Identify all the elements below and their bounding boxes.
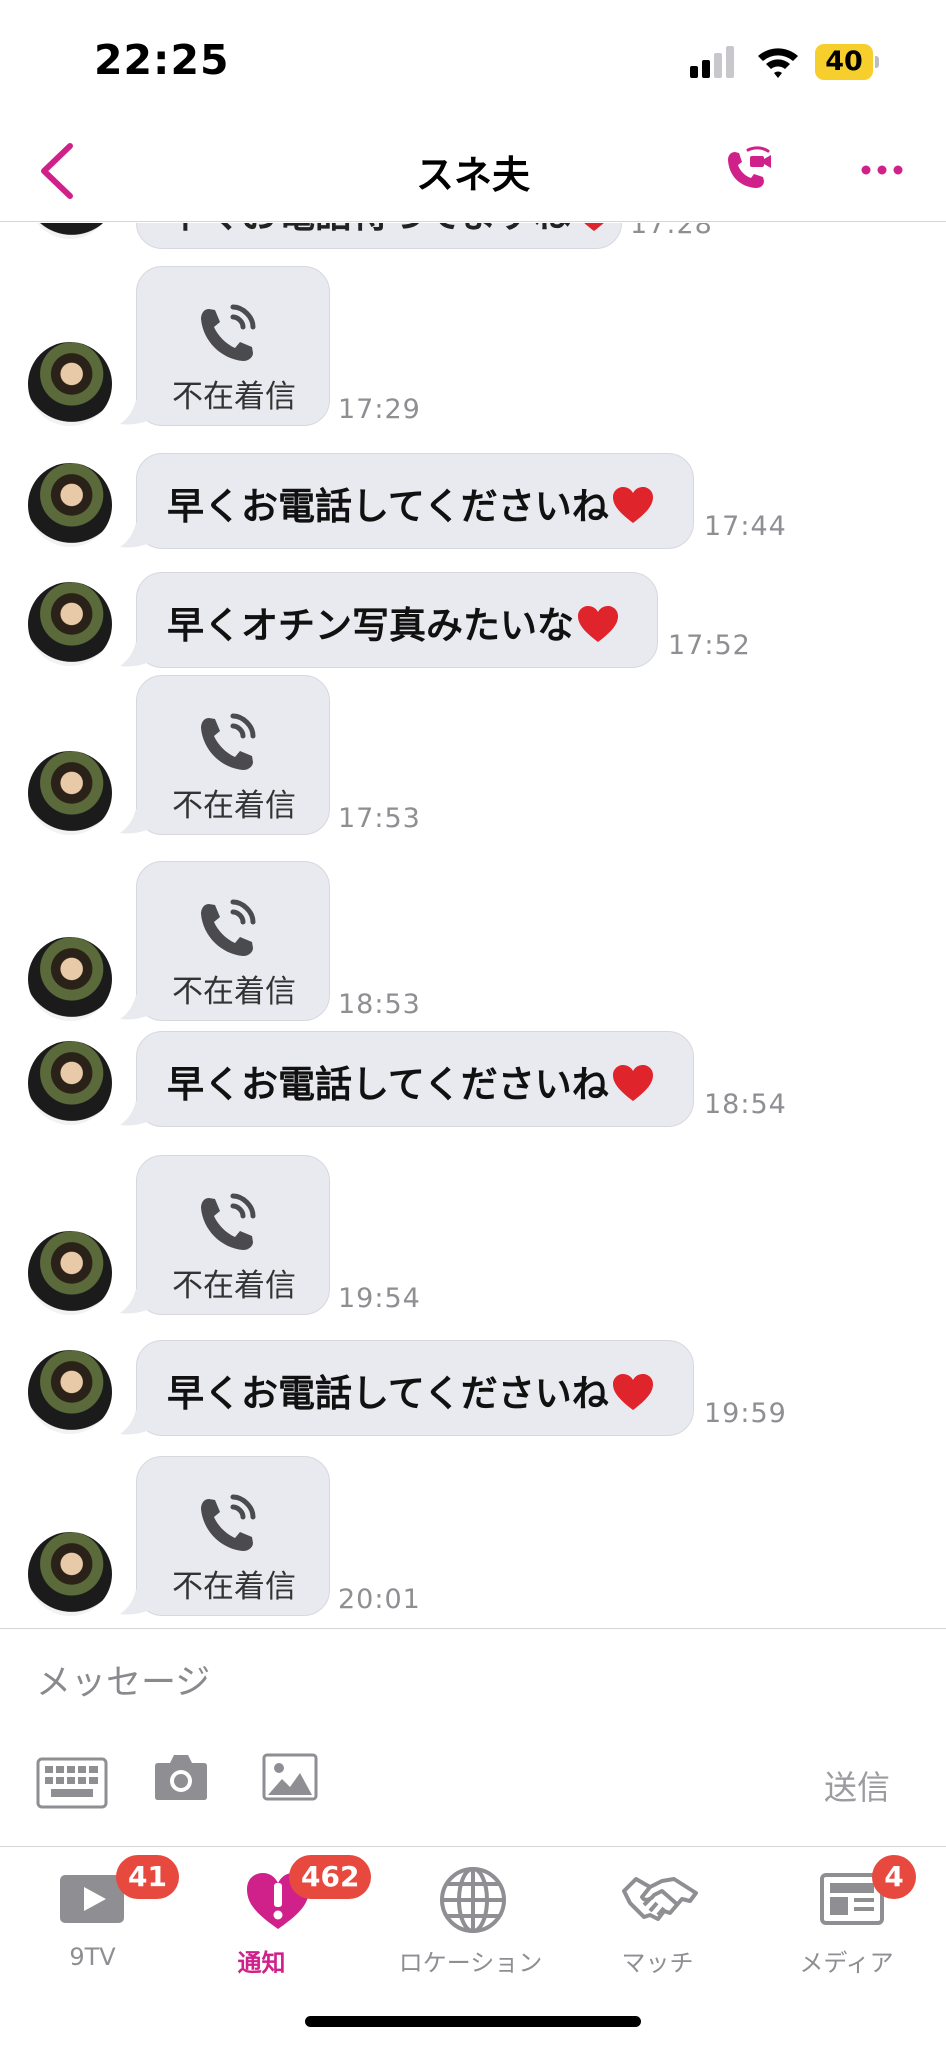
tab-label: 通知 [237,1949,286,1977]
keyboard-icon[interactable] [36,1757,108,1809]
avatar [28,223,112,239]
bubble-tail [120,400,150,425]
heart-emoji-icon [612,1374,653,1410]
message-input[interactable] [36,1653,796,1713]
bubble-tail [120,642,150,667]
message-text: 早くお電話してくださいね [167,1372,609,1415]
bubble-tail [120,1101,150,1126]
message-bubble[interactable]: 早くお電話してくださいね [136,1340,694,1436]
badge-9tv: 41 [116,1855,179,1899]
avatar[interactable] [28,1350,112,1434]
badge-media: 4 [872,1855,916,1899]
status-bar: 22:25 40 [0,0,946,120]
message-time: 17:52 [668,630,751,661]
heart-emoji-icon [578,606,618,642]
avatar[interactable] [28,751,112,835]
message-text: 早くお電話してくださいね [167,1063,609,1106]
heart-emoji-icon [584,223,605,231]
tab-label: 9TV [69,1943,116,1971]
wifi-icon [758,48,798,78]
handshake-icon [622,1877,698,1921]
tab-label: ロケーション [398,1949,543,1977]
message-time: 18:54 [704,1089,787,1120]
avatar[interactable] [28,463,112,547]
bubble-tail [120,1289,150,1314]
bubble-tail [120,995,150,1020]
message-time: 17:29 [338,394,421,425]
message-time: 17:53 [338,803,421,834]
battery-level: 40 [825,46,863,77]
avatar[interactable] [28,342,112,426]
avatar[interactable] [28,582,112,666]
message-composer: 送信 [0,1628,946,1846]
message-bubble[interactable]: 早くオチン写真みたいな [136,572,658,668]
missed-call-bubble[interactable]: 不在着信 [136,1155,330,1315]
missed-call-bubble[interactable]: 不在着信 [136,266,330,426]
message-time: 20:01 [338,1584,421,1615]
camera-icon[interactable] [152,1751,210,1803]
avatar[interactable] [28,1532,112,1616]
message-time: 19:54 [338,1283,421,1314]
avatar[interactable] [28,1231,112,1315]
tab-9tv[interactable]: 41 9TV [0,1847,189,1997]
message-time: 19:59 [704,1398,787,1429]
missed-call-bubble[interactable]: 不在着信 [136,675,330,835]
globe-icon [440,1867,506,1933]
tab-label: マッチ [621,1949,694,1977]
chat-header: スネ夫 [0,120,946,222]
message-text: 早くオチン写真みたいな [167,604,574,647]
bubble-tail [120,1590,150,1615]
bubble-tail [120,523,150,548]
message-time: 17:28 [630,223,713,240]
message-text: 早くお電話してくださいね [167,485,609,528]
message-bubble[interactable]: 早くお電話してくださいね [136,1031,694,1127]
send-button[interactable]: 送信 [824,1761,890,1809]
battery-icon: 40 [815,44,879,80]
contact-name: スネ夫 [415,153,530,197]
image-icon[interactable] [262,1753,318,1801]
message-time: 17:44 [704,511,787,542]
tab-match[interactable]: マッチ [567,1847,756,1997]
tab-notifications[interactable]: 462 通知 [185,1847,374,1997]
missed-call-icon [201,1494,256,1551]
heart-emoji-icon [612,1065,653,1101]
message-partial: 早くお電話待ってますね 17:28 [0,223,946,253]
status-time: 22:25 [94,36,230,84]
message-time: 18:53 [338,989,421,1020]
badge-notifications: 462 [289,1855,372,1899]
missed-call-bubble[interactable]: 不在着信 [136,861,330,1021]
bubble-tail [120,1410,150,1435]
missed-call-label: 不在着信 [172,788,296,824]
missed-call-label: 不在着信 [172,974,296,1010]
home-indicator [305,2016,641,2027]
call-button[interactable] [718,140,778,200]
missed-call-icon [201,713,256,770]
missed-call-icon [201,304,256,361]
missed-call-icon [201,1193,256,1250]
missed-call-bubble[interactable]: 不在着信 [136,1456,330,1616]
heart-emoji-icon [612,487,653,523]
bubble-tail [120,809,150,834]
avatar[interactable] [28,1041,112,1125]
missed-call-icon [201,899,256,956]
more-button[interactable] [852,140,912,200]
avatar[interactable] [28,937,112,1021]
chat-list[interactable]: 早くお電話待ってますね 17:28 不在着信 17:29 早くお電話してくださいね 1… [0,223,946,1629]
signal-icon [690,46,736,78]
message-bubble: 早くお電話待ってますね [136,223,622,249]
missed-call-label: 不在着信 [172,1268,296,1304]
tab-location[interactable]: ロケーション [376,1847,565,1997]
message-bubble[interactable]: 早くお電話してくださいね [136,453,694,549]
tab-media[interactable]: 4 メディア [756,1847,945,1997]
missed-call-label: 不在着信 [172,379,296,415]
message-text: 早くお電話待ってますね [167,223,570,236]
tab-label: メディア [799,1949,894,1977]
missed-call-label: 不在着信 [172,1569,296,1605]
